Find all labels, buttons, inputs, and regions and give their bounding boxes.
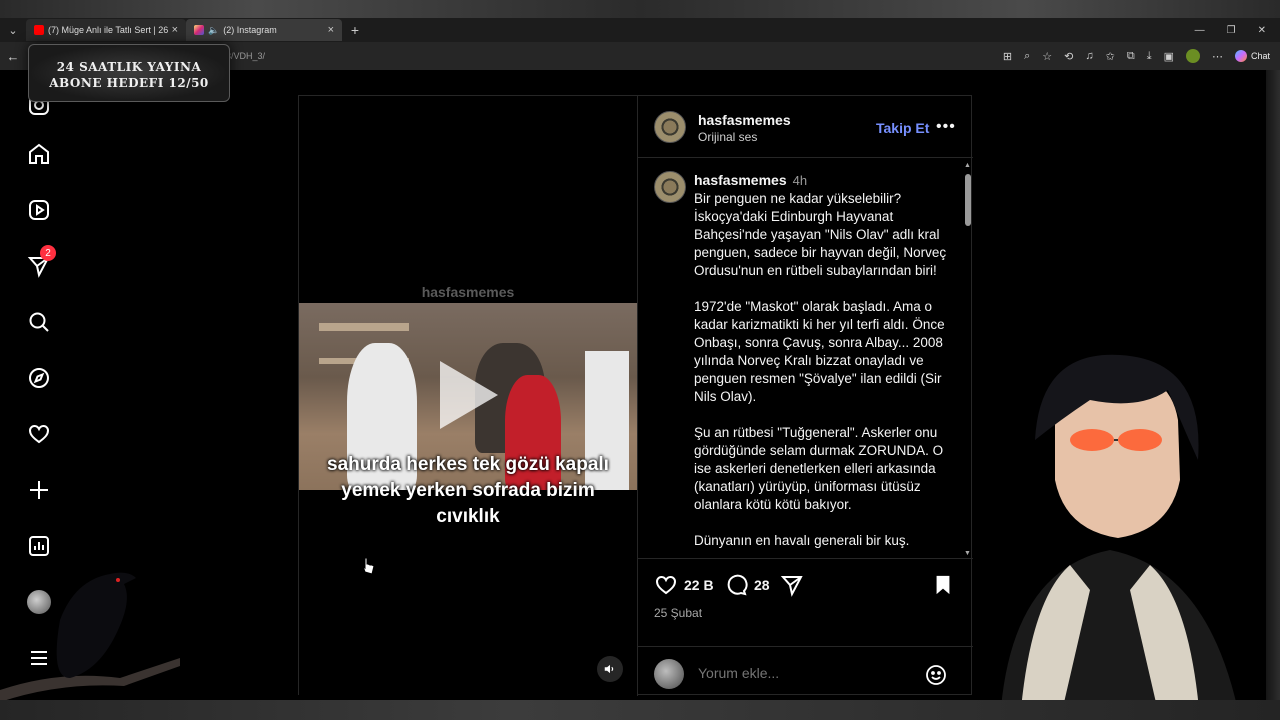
- search-icon[interactable]: [24, 307, 54, 337]
- heart-icon: [655, 575, 677, 595]
- banner-line1: 24 SAATLIK YAYINA: [56, 60, 202, 74]
- like-count: 22 B: [684, 577, 714, 593]
- share-action[interactable]: [780, 573, 804, 597]
- hand-cursor-icon: [362, 557, 375, 575]
- viewer-avatar: [654, 659, 684, 689]
- scrollbar-thumb[interactable]: [965, 174, 971, 226]
- stream-overlay-frame: [0, 0, 1280, 18]
- media-icon[interactable]: ♫: [1085, 50, 1093, 62]
- stream-overlay-frame: [0, 700, 1280, 720]
- screenshot-icon[interactable]: ▣: [1164, 50, 1174, 63]
- video-watermark: hasfasmemes: [421, 284, 515, 300]
- copilot-chat-button[interactable]: Chat: [1234, 50, 1270, 62]
- explore-compass-icon[interactable]: [24, 363, 54, 393]
- comment-paragraph: Şu an rütbesi "Tuğgeneral". Askerler onu…: [694, 425, 944, 512]
- dashboard-chart-icon[interactable]: [24, 531, 54, 561]
- speaker-icon: [604, 664, 614, 674]
- reels-icon[interactable]: [24, 195, 54, 225]
- post-modal: hasfasmemes sahurda herkes tek gözü kapa…: [298, 95, 973, 696]
- comment-header: hasfasmemes 4h: [694, 172, 807, 188]
- author-username[interactable]: hasfasmemes: [698, 112, 791, 128]
- kitchen-shelf: [319, 323, 409, 331]
- post-actions: 22 B 28 25 Şubat: [638, 558, 973, 646]
- comment-input[interactable]: [698, 665, 918, 681]
- close-tab-icon[interactable]: ×: [328, 24, 334, 36]
- post-sidebar: hasfasmemes Orijinal ses Takip Et ••• ha…: [637, 96, 973, 696]
- video-caption: sahurda herkes tek gözü kapalı yemek yer…: [327, 454, 609, 527]
- copilot-icon: [1234, 50, 1247, 62]
- tab-title: (7) Müge Anlı ile Tatlı Sert | 26 Ma: [48, 25, 168, 35]
- screen: ⌄ (7) Müge Anlı ile Tatlı Sert | 26 Ma ×…: [0, 0, 1280, 720]
- more-menu-icon[interactable]: ⋯: [1212, 50, 1223, 63]
- heart-icon[interactable]: [24, 419, 54, 449]
- banner-line2: ABONE HEDEFI 12/50: [49, 76, 209, 90]
- comment-paragraph: Dünyanın en havalı generali bir kuş.: [694, 533, 910, 548]
- close-tab-icon[interactable]: ×: [172, 24, 178, 36]
- comment-paragraph: Bir penguen ne kadar yükselebilir? İskoç…: [694, 191, 947, 278]
- scroll-up-icon[interactable]: ▲: [964, 162, 971, 169]
- chat-label: Chat: [1250, 51, 1270, 61]
- browser-tab-bar: ⌄ (7) Müge Anlı ile Tatlı Sert | 26 Ma ×…: [0, 18, 1280, 42]
- extension-icon[interactable]: ⟲: [1064, 50, 1073, 63]
- follow-button[interactable]: Takip Et: [876, 120, 929, 136]
- zoom-icon[interactable]: ⌕: [1024, 50, 1030, 63]
- share-send-icon: [780, 576, 803, 597]
- more-options-icon[interactable]: •••: [936, 118, 956, 136]
- new-tab-button[interactable]: +: [342, 22, 368, 38]
- home-icon[interactable]: [24, 139, 54, 169]
- raven-branch-decoration: [0, 572, 180, 702]
- instagram-favicon-icon: [194, 25, 204, 35]
- back-arrow-icon[interactable]: ←: [0, 49, 26, 64]
- collections-icon[interactable]: ⧉: [1127, 50, 1135, 63]
- favorites-icon[interactable]: ✩: [1106, 50, 1115, 63]
- profile-icon[interactable]: [1185, 49, 1200, 63]
- close-window-icon[interactable]: ✕: [1258, 25, 1266, 36]
- post-media[interactable]: hasfasmemes sahurda herkes tek gözü kapa…: [299, 96, 637, 696]
- add-comment-bar: [638, 646, 973, 696]
- mute-toggle-button[interactable]: [597, 656, 623, 682]
- audio-label[interactable]: Orijinal ses: [698, 130, 757, 144]
- notification-badge: 2: [40, 245, 56, 261]
- comment-body: Bir penguen ne kadar yükselebilir? İskoç…: [694, 190, 956, 558]
- browser-extensions: ⊞ ⌕ ☆ ⟲ ♫ ✩ ⧉ ⤓ ▣ ⋯ Chat: [1003, 49, 1280, 63]
- streamer-avatar-character: [1000, 354, 1240, 720]
- comment-bubble-icon: [727, 574, 748, 596]
- speaker-icon[interactable]: 🔈: [208, 25, 219, 36]
- post-header: hasfasmemes Orijinal ses Takip Et •••: [638, 96, 973, 158]
- like-action[interactable]: 22 B: [654, 573, 714, 597]
- restore-icon[interactable]: ❐: [1227, 25, 1236, 36]
- comment-count: 28: [754, 577, 770, 593]
- play-icon[interactable]: [440, 361, 498, 429]
- tab-list-dropdown-icon[interactable]: ⌄: [0, 18, 26, 42]
- post-date: 25 Şubat: [654, 606, 703, 620]
- create-plus-icon[interactable]: [24, 475, 54, 505]
- browser-tab-youtube[interactable]: (7) Müge Anlı ile Tatlı Sert | 26 Ma ×: [26, 19, 186, 41]
- tab-title: (2) Instagram: [223, 25, 277, 35]
- favorite-star-icon[interactable]: ☆: [1042, 50, 1052, 63]
- minimize-icon[interactable]: —: [1195, 25, 1205, 36]
- caption-comment: hasfasmemes 4h Bir penguen ne kadar yükse…: [638, 158, 973, 558]
- comment-paragraph: 1972'de "Maskot" olarak başladı. Ama o k…: [694, 299, 945, 404]
- apps-icon[interactable]: ⊞: [1003, 50, 1012, 63]
- author-avatar[interactable]: [654, 111, 686, 143]
- window-controls: — ❐ ✕: [1195, 25, 1280, 36]
- address-bar-url[interactable]: 3/VDH_3/: [226, 51, 265, 61]
- messages-icon[interactable]: 2: [24, 245, 56, 281]
- comment-author-avatar[interactable]: [654, 171, 686, 203]
- download-icon[interactable]: ⤓: [1147, 50, 1152, 63]
- comment-action[interactable]: 28: [724, 573, 770, 597]
- youtube-favicon-icon: [34, 25, 44, 35]
- stream-overlay-frame: [1266, 70, 1280, 720]
- comment-time: 4h: [792, 173, 808, 188]
- stream-subscriber-goal-banner: 24 SAATLIK YAYINA ABONE HEDEFI 12/50: [28, 44, 230, 102]
- comment-username[interactable]: hasfasmemes: [694, 172, 787, 188]
- browser-tab-instagram[interactable]: 🔈 (2) Instagram ×: [186, 19, 342, 41]
